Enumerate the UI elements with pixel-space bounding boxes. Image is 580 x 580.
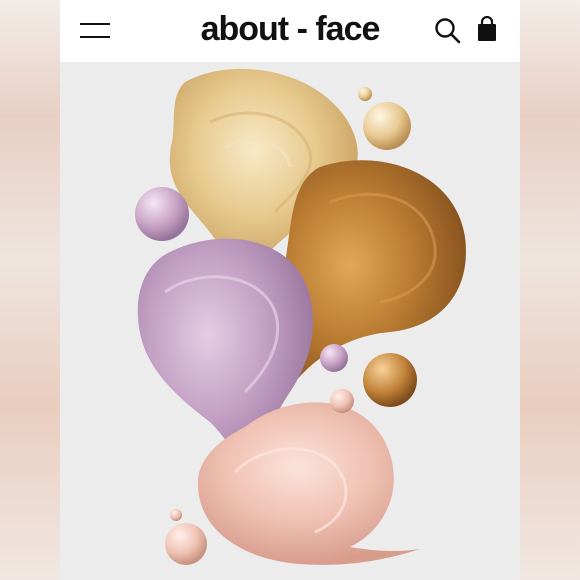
small-rose-pearl: [330, 389, 354, 413]
small-gold-pearl: [358, 87, 372, 101]
shopping-bag-icon[interactable]: [476, 16, 498, 42]
small-lilac-pearl: [320, 344, 348, 372]
mobile-page: about - face: [60, 0, 520, 580]
gold-pearl: [363, 102, 411, 150]
bronze-pearl: [363, 353, 417, 407]
rose-pearl: [165, 523, 207, 565]
search-icon[interactable]: [434, 17, 462, 45]
site-header: about - face: [60, 0, 520, 62]
left-blurred-edge: [0, 0, 60, 580]
tiny-rose-pearl: [170, 509, 182, 521]
highlighter-swatch-image: [135, 68, 466, 565]
right-blurred-edge: [520, 0, 580, 580]
lilac-pearl: [135, 187, 189, 241]
